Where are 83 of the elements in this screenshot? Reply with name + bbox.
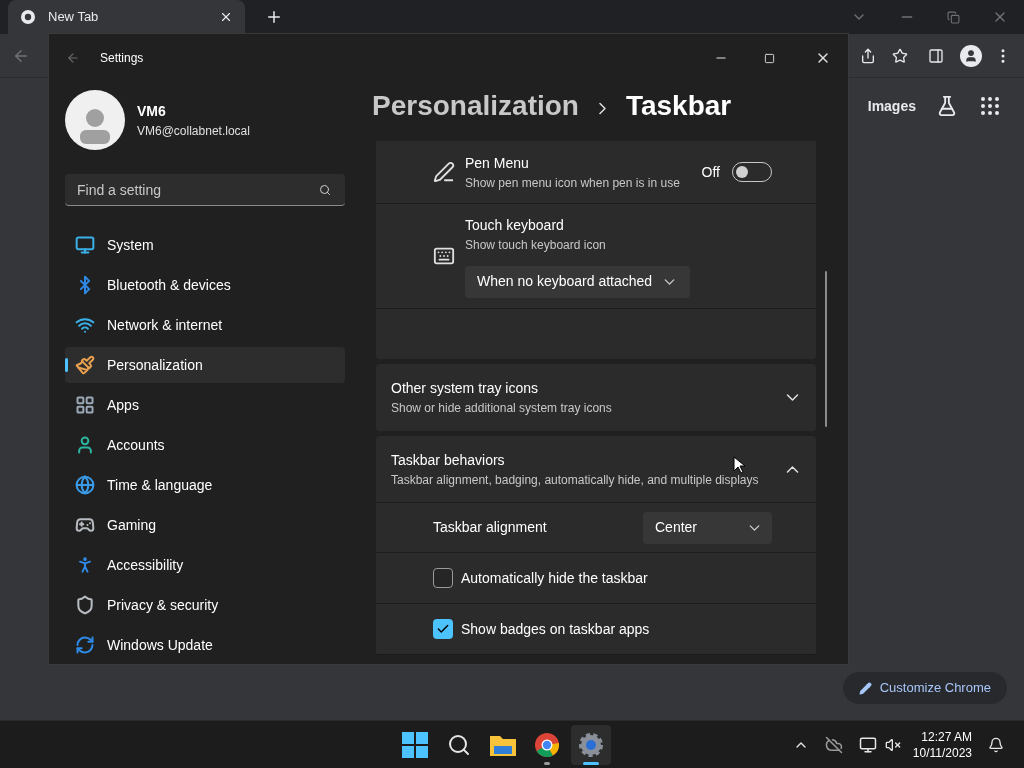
setting-description: Show or hide additional system tray icons [391, 400, 612, 417]
chevron-down-icon [786, 394, 799, 401]
dropdown[interactable]: When no keyboard attached [465, 265, 690, 298]
nav-item[interactable]: Privacy & security [65, 587, 345, 623]
nav-item[interactable]: Gaming [65, 507, 345, 543]
pen-icon [433, 161, 455, 183]
browser-logo-icon [534, 731, 561, 758]
search-field[interactable]: Find a setting [65, 174, 345, 206]
nav-item[interactable]: Windows Update [65, 627, 345, 663]
nav-item[interactable]: Accounts [65, 427, 345, 463]
back-icon[interactable] [66, 51, 80, 65]
page-title: Taskbar [625, 89, 732, 123]
nav-item[interactable]: Time & language [65, 467, 345, 503]
pencil-icon [858, 681, 872, 695]
folder-icon [490, 733, 517, 756]
setting-title: Taskbar behaviors [391, 450, 505, 470]
close-icon[interactable] [219, 10, 233, 24]
scrollbar[interactable] [825, 271, 827, 427]
chevron-down-icon [749, 524, 760, 531]
nav-item[interactable]: Accessibility [65, 547, 345, 583]
checkbox-option[interactable]: Show badges on taskbar apps [433, 618, 650, 640]
setting-title: Touch keyboard [465, 215, 565, 235]
restore-icon[interactable] [947, 10, 960, 24]
flask-icon[interactable] [936, 95, 958, 117]
notification-icon[interactable] [988, 736, 1004, 753]
person-icon [75, 435, 95, 455]
browser-logo-icon [20, 9, 36, 25]
side-panel-icon[interactable] [928, 47, 944, 64]
checkbox-option[interactable]: Automatically hide the taskbar [433, 567, 648, 589]
setting-description: Show touch keyboard icon [465, 236, 607, 254]
setting-description: Taskbar alignment, badging, automatically hide, and multiple displays [391, 471, 759, 489]
apps-icon [75, 395, 95, 415]
monitor-icon [75, 235, 95, 255]
mute-icon[interactable] [884, 736, 901, 753]
gear-icon [578, 731, 605, 758]
mouse-pointer-icon [733, 456, 745, 474]
browser-tab[interactable]: New Tab [8, 0, 245, 34]
tab-title: New Tab [48, 8, 100, 27]
search-icon [447, 732, 472, 757]
new-tab-icon[interactable] [265, 8, 283, 26]
checkbox[interactable] [433, 568, 453, 588]
share-icon[interactable] [860, 47, 876, 64]
setting-title: Pen Menu [465, 153, 530, 173]
window-title: Settings [100, 50, 144, 67]
cloud-off-icon[interactable] [824, 735, 843, 754]
setting-label: Taskbar alignment [433, 518, 547, 537]
gamepad-icon [75, 515, 95, 535]
nav-item[interactable]: Network & internet [65, 307, 345, 343]
toggle-state: Off [701, 162, 720, 182]
profile-avatar[interactable] [960, 44, 982, 67]
dropdown[interactable]: Center [643, 511, 772, 544]
network-icon[interactable] [858, 735, 877, 754]
nav-item[interactable]: Apps [65, 387, 345, 423]
brush-icon [75, 355, 95, 375]
nav-item[interactable]: Bluetooth & devices [65, 267, 345, 303]
shield-icon [75, 595, 95, 615]
images-link[interactable]: Images [867, 95, 916, 117]
checkbox[interactable] [433, 619, 453, 639]
search-icon [319, 184, 331, 196]
keyboard-icon [433, 245, 455, 267]
expander-header[interactable]: Other system tray icons Show or hide additional system tray icons [376, 364, 816, 431]
user-avatar [65, 90, 125, 150]
apps-grid-icon[interactable] [978, 94, 1002, 118]
breadcrumb-parent[interactable]: Personalization [372, 85, 579, 127]
clock[interactable]: 12:27 AM 10/11/2023 [912, 728, 972, 761]
wifi-icon [75, 315, 95, 335]
chevron-icon [598, 102, 606, 115]
nav-item[interactable]: Personalization [65, 347, 345, 383]
checkmark-icon [436, 622, 450, 636]
maximize-icon[interactable] [764, 52, 775, 64]
chevron-up-icon [786, 465, 799, 473]
globe-icon [75, 475, 95, 495]
windows-logo-icon [402, 731, 429, 758]
nav-item[interactable]: System [65, 227, 345, 263]
user-email: VM6@collabnet.local [137, 122, 250, 140]
update-icon [75, 635, 95, 655]
user-name: VM6 [137, 101, 167, 121]
setting-title: Other system tray icons [391, 379, 539, 398]
chevron-down-icon [664, 278, 676, 285]
taskbar-app[interactable] [571, 724, 612, 765]
bookmark-star-icon[interactable] [892, 47, 908, 64]
setting-description: Show pen menu icon when pen is in use [465, 174, 681, 192]
customize-chrome-button[interactable]: Customize Chrome [842, 672, 1007, 704]
